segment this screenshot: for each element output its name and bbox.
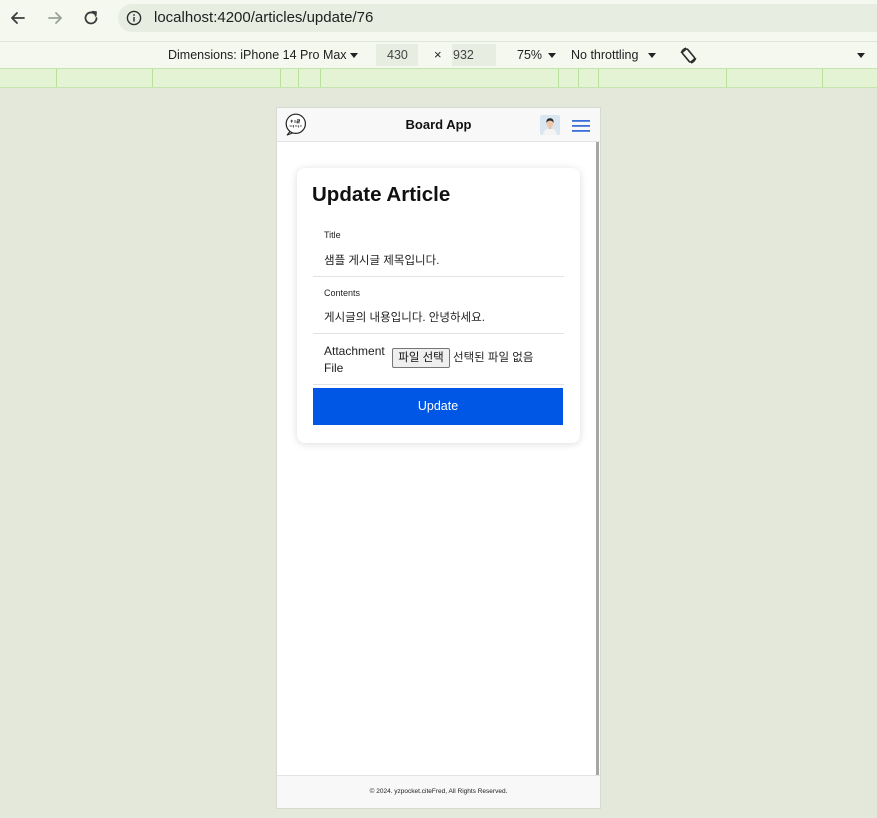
attachment-label: Attachment File — [324, 344, 385, 375]
ruler-tick — [726, 69, 727, 87]
chevron-down-icon[interactable] — [350, 53, 358, 58]
chevron-down-icon[interactable] — [648, 53, 656, 58]
throttling-select[interactable]: No throttling — [571, 42, 638, 68]
ruler-tick — [152, 69, 153, 87]
choose-file-button[interactable]: 파일 선택 — [392, 348, 450, 368]
update-button[interactable]: Update — [313, 388, 563, 425]
device-dimensions-select[interactable]: Dimensions: iPhone 14 Pro Max — [168, 42, 347, 68]
copyright-text: © 2024. yzpocket.citeFred, All Rights Re… — [369, 788, 508, 795]
ruler-tick — [558, 69, 559, 87]
rotate-icon[interactable] — [679, 46, 698, 65]
browser-toolbar: localhost:4200/articles/update/76 — [0, 0, 877, 41]
divider — [313, 384, 564, 385]
page-title: Update Article — [312, 183, 451, 206]
title-input[interactable] — [313, 247, 564, 277]
ruler-tick — [56, 69, 57, 87]
page-scrollbar[interactable] — [596, 142, 599, 775]
hamburger-menu-icon[interactable] — [572, 119, 590, 133]
contents-input[interactable] — [313, 304, 564, 334]
media-query-ruler[interactable] — [0, 68, 877, 88]
chevron-down-icon[interactable] — [548, 53, 556, 58]
contents-label: Contents — [324, 288, 361, 298]
address-bar[interactable]: localhost:4200/articles/update/76 — [118, 4, 877, 32]
reload-icon[interactable] — [82, 9, 100, 27]
device-width-input[interactable]: 430 — [376, 44, 418, 66]
arrow-right-icon[interactable] — [46, 9, 64, 27]
zoom-select[interactable]: 75% — [517, 42, 542, 68]
ruler-tick — [578, 69, 579, 87]
app-header: Board App — [277, 108, 600, 142]
user-avatar[interactable] — [540, 115, 560, 135]
ruler-tick — [598, 69, 599, 87]
device-viewport: Board App Update Article Title Contents … — [277, 108, 600, 808]
ruler-tick — [822, 69, 823, 87]
arrow-left-icon[interactable] — [9, 9, 27, 27]
device-toolbar: Dimensions: iPhone 14 Pro Max 430 × 932 … — [0, 41, 877, 68]
app-footer: © 2024. yzpocket.citeFred, All Rights Re… — [277, 775, 600, 808]
title-label: Title — [324, 230, 341, 240]
ruler-tick — [280, 69, 281, 87]
info-icon[interactable] — [126, 10, 142, 26]
file-status-text: 선택된 파일 없음 — [453, 352, 534, 364]
device-height-input[interactable]: 932 — [452, 44, 496, 66]
ruler-tick — [320, 69, 321, 87]
ruler-tick — [298, 69, 299, 87]
more-options-icon[interactable] — [857, 53, 865, 58]
update-article-card: Update Article Title Contents Attachment… — [297, 168, 580, 443]
url-text[interactable]: localhost:4200/articles/update/76 — [154, 4, 373, 32]
dimension-separator: × — [434, 47, 442, 62]
